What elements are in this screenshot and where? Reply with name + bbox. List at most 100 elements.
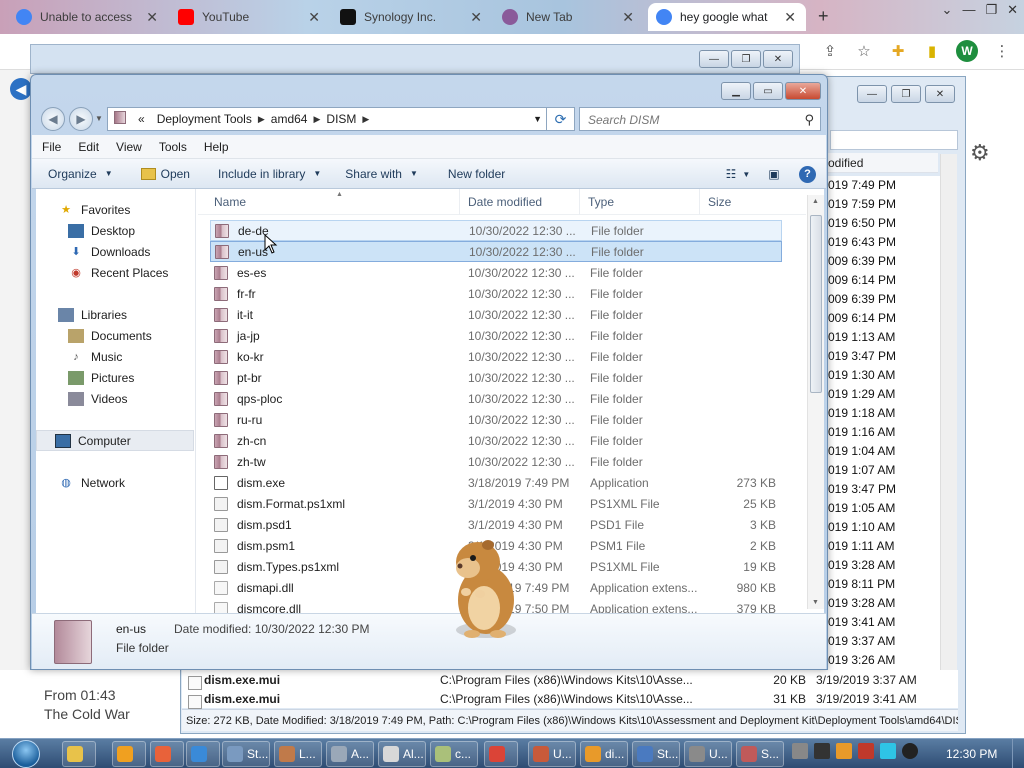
taskbar-button[interactable] — [112, 741, 146, 767]
taskbar-button[interactable]: St... — [222, 741, 270, 767]
scroll-down-icon[interactable]: ▼ — [812, 599, 819, 606]
nav-downloads[interactable]: ⬇ Downloads — [36, 241, 194, 262]
share-icon[interactable]: ⇪ — [820, 41, 840, 61]
table-row[interactable]: pt-br 10/30/2022 12:30 ... File folder — [210, 367, 782, 388]
preview-pane-icon[interactable]: ▣ — [763, 164, 785, 184]
taskbar-button[interactable]: U... — [684, 741, 732, 767]
extensions-icon[interactable]: ✚ — [888, 41, 908, 61]
breadcrumb-root[interactable]: « — [132, 112, 151, 126]
nav-music[interactable]: ♪ Music — [36, 346, 194, 367]
avatar[interactable]: W — [956, 40, 978, 62]
new-tab-icon[interactable]: + — [818, 6, 829, 27]
restore-icon[interactable]: ❐ — [985, 2, 997, 18]
tray-app-icon[interactable] — [836, 743, 852, 759]
new-folder-button[interactable]: New folder — [426, 167, 513, 181]
list-item[interactable]: dism.exe.mui C:\Program Files (x86)\Wind… — [182, 689, 958, 709]
table-row[interactable]: dism.exe 3/18/2019 7:49 PM Application 273 … — [210, 472, 782, 493]
include-in-library-button[interactable]: Include in library ▼ — [198, 167, 329, 181]
tray-app-icon[interactable] — [814, 743, 830, 759]
close-icon[interactable]: ✕ — [1007, 2, 1018, 18]
column-type[interactable]: Type — [580, 189, 700, 215]
menu-file[interactable]: File — [42, 140, 61, 154]
chevron-down-icon[interactable]: ▼ — [533, 114, 542, 124]
gear-icon[interactable]: ⚙ — [970, 140, 990, 166]
share-with-button[interactable]: Share with ▼ — [329, 167, 426, 181]
chevron-right-icon[interactable]: ▶ — [313, 114, 320, 125]
organize-button[interactable]: Organize ▼ — [32, 167, 121, 181]
scrollbar-thumb[interactable] — [810, 215, 822, 393]
search-icon[interactable]: ⚲ — [804, 112, 814, 128]
nav-network[interactable]: ◍ Network — [36, 472, 194, 493]
open-button[interactable]: Open — [121, 167, 198, 181]
background-window-titlebar[interactable]: — ❐ ✕ — [30, 44, 800, 74]
column-date-modified[interactable]: odified — [826, 153, 938, 173]
restore-icon[interactable]: ❐ — [731, 50, 761, 68]
browser-tab-2[interactable]: YouTube ✕ — [170, 3, 330, 31]
taskbar-button[interactable]: A... — [326, 741, 374, 767]
start-button[interactable] — [6, 739, 46, 768]
table-row[interactable]: it-it 10/30/2022 12:30 ... File folder — [210, 304, 782, 325]
nav-favorites[interactable]: ★ Favorites — [36, 199, 194, 220]
minimize-icon[interactable]: — — [857, 85, 887, 103]
table-row[interactable]: fr-fr 10/30/2022 12:30 ... File folder — [210, 283, 782, 304]
side-panel-icon[interactable]: ▮ — [922, 41, 942, 61]
menu-edit[interactable]: Edit — [78, 140, 99, 154]
recent-pages-chevron-icon[interactable]: ▼ — [95, 114, 103, 123]
help-icon[interactable]: ? — [799, 165, 816, 183]
close-icon[interactable]: ✕ — [146, 9, 158, 26]
address-bar[interactable]: « Deployment Tools ▶ amd64 ▶ DISM ▶ ▼ — [107, 107, 547, 131]
tray-speaker-icon[interactable] — [902, 743, 918, 759]
back-icon[interactable]: ◀ — [10, 78, 32, 100]
table-row[interactable]: zh-tw 10/30/2022 12:30 ... File folder — [210, 451, 782, 472]
close-icon[interactable]: ✕ — [763, 50, 793, 68]
close-icon[interactable]: ✕ — [925, 85, 955, 103]
menu-help[interactable]: Help — [204, 140, 229, 154]
taskbar-button[interactable]: di... — [580, 741, 628, 767]
breadcrumb-item[interactable]: DISM — [320, 112, 362, 126]
table-row[interactable]: ru-ru 10/30/2022 12:30 ... File folder — [210, 409, 782, 430]
column-name[interactable]: Name ▲ — [198, 189, 460, 215]
browser-tab-5[interactable]: hey google what ✕ — [648, 3, 806, 31]
minimize-icon[interactable]: — — [699, 50, 729, 68]
chevron-right-icon[interactable]: ▶ — [362, 114, 369, 125]
back-button[interactable]: ◀ — [41, 107, 65, 131]
nav-documents[interactable]: Documents — [36, 325, 194, 346]
table-row[interactable]: de-de 10/30/2022 12:30 ... File folder — [210, 220, 782, 241]
taskbar-button[interactable]: L... — [274, 741, 322, 767]
more-menu-icon[interactable]: ⋮ — [992, 41, 1012, 61]
refresh-button[interactable]: ⟳ — [547, 107, 575, 131]
table-row[interactable]: es-es 10/30/2022 12:30 ... File folder — [210, 262, 782, 283]
taskbar-button[interactable]: St... — [632, 741, 680, 767]
table-row[interactable]: zh-cn 10/30/2022 12:30 ... File folder — [210, 430, 782, 451]
column-date-modified[interactable]: Date modified — [460, 189, 580, 215]
taskbar-button[interactable]: U... — [528, 741, 576, 767]
browser-tab-3[interactable]: Synology Inc. ✕ — [332, 3, 492, 31]
taskbar-button[interactable] — [186, 741, 220, 767]
taskbar-button[interactable] — [62, 741, 96, 767]
tray-flag-icon[interactable] — [858, 743, 874, 759]
tray-monitor-icon[interactable] — [880, 743, 896, 759]
breadcrumb-item[interactable]: amd64 — [265, 112, 314, 126]
table-row[interactable]: dism.Format.ps1xml 3/1/2019 4:30 PM PS1XML… — [210, 493, 782, 514]
star-icon[interactable]: ☆ — [854, 41, 874, 61]
close-button[interactable]: ✕ — [785, 82, 821, 100]
menu-view[interactable]: View — [116, 140, 142, 154]
scroll-up-icon[interactable]: ▲ — [812, 198, 819, 205]
background-search-box[interactable] — [830, 130, 958, 150]
table-row[interactable]: qps-ploc 10/30/2022 12:30 ... File folder — [210, 388, 782, 409]
tray-app-icon[interactable] — [792, 743, 808, 759]
chevron-down-icon[interactable]: ⌄ — [942, 2, 953, 18]
close-icon[interactable]: ✕ — [308, 9, 320, 26]
minimize-button[interactable]: ▁ — [721, 82, 751, 100]
show-desktop-button[interactable] — [1012, 739, 1024, 768]
taskbar-button[interactable] — [150, 741, 184, 767]
taskbar-button[interactable]: Al... — [378, 741, 426, 767]
table-row[interactable]: ja-jp 10/30/2022 12:30 ... File folder — [210, 325, 782, 346]
change-view-icon[interactable]: ☷ ▼ — [726, 164, 751, 184]
breadcrumb-item[interactable]: Deployment Tools — [151, 112, 258, 126]
forward-button[interactable]: ▶ — [69, 107, 93, 131]
taskbar-button[interactable]: S... — [736, 741, 784, 767]
restore-icon[interactable]: ❐ — [891, 85, 921, 103]
scrollbar[interactable] — [940, 154, 957, 706]
browser-tab-1[interactable]: Unable to access ✕ — [8, 3, 168, 31]
